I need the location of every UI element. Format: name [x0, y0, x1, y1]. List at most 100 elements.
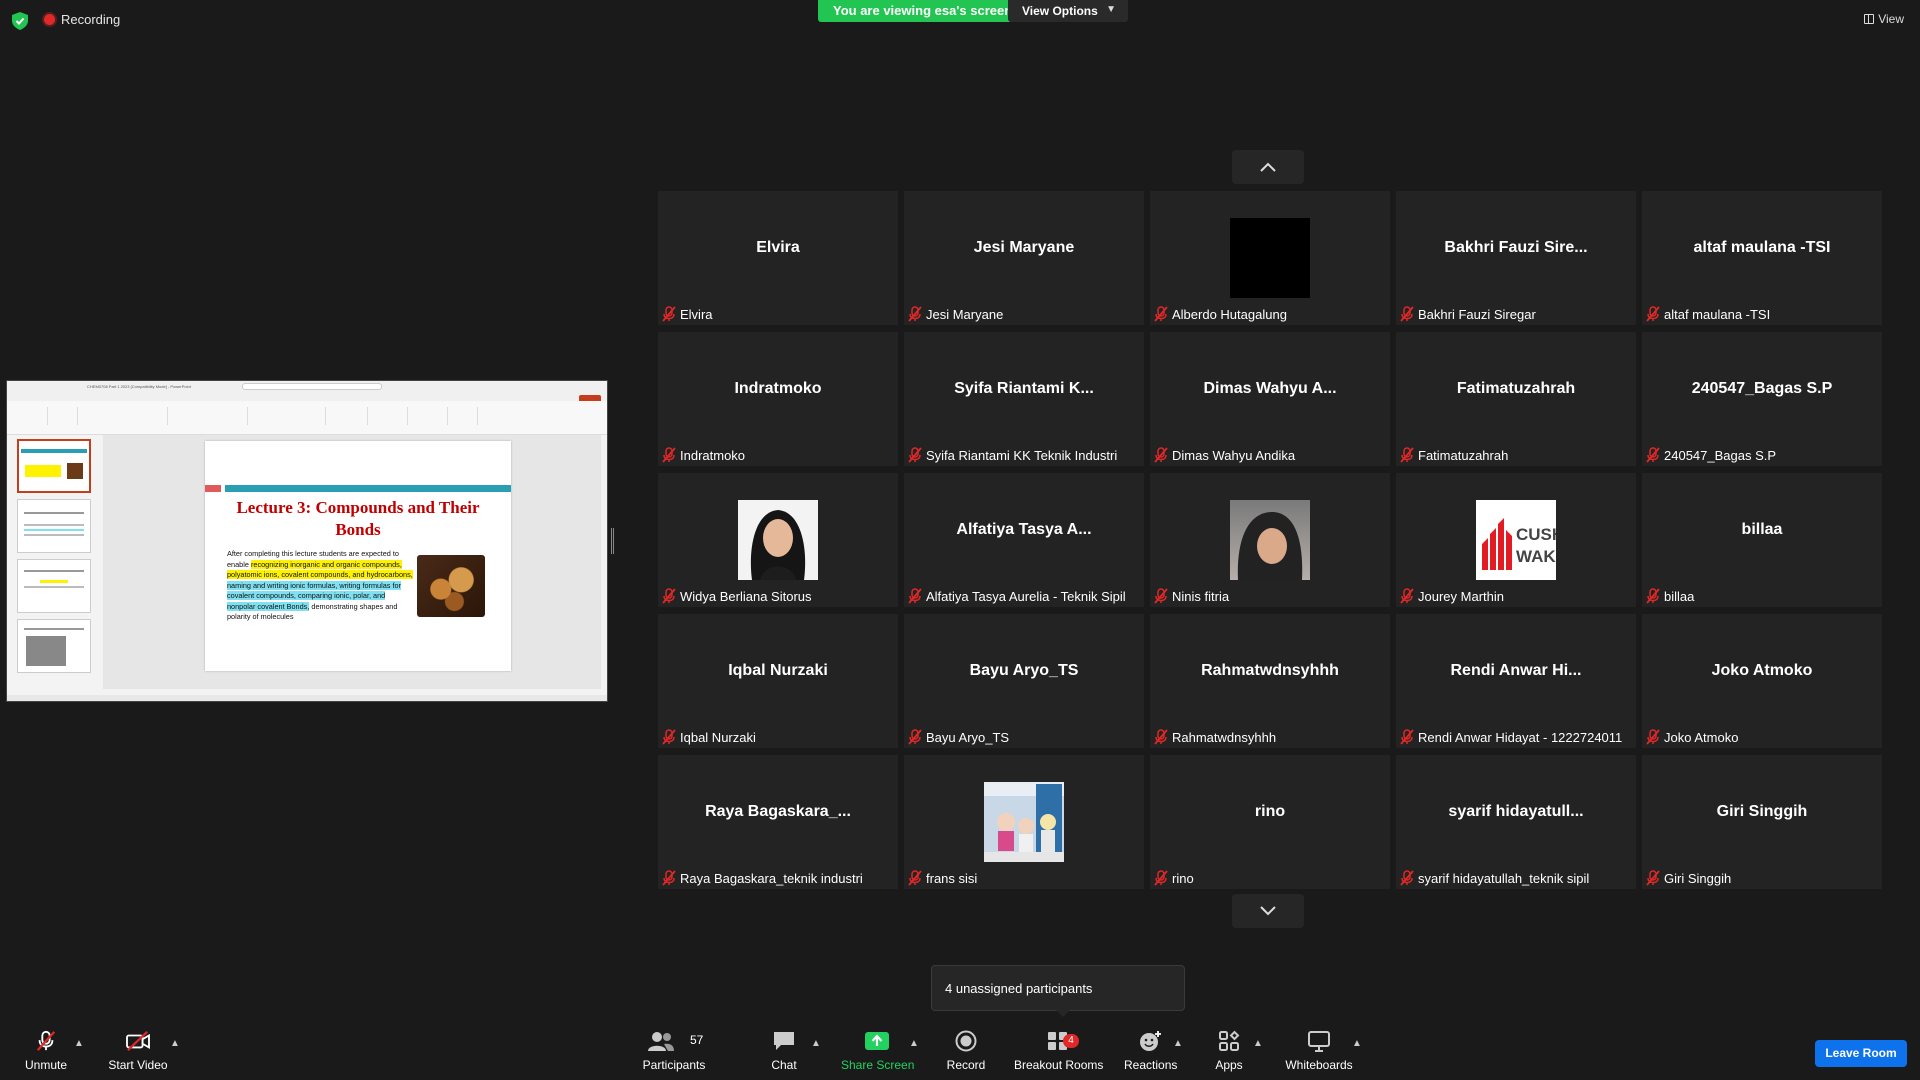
participant-display-name: Alfatiya Tasya A... — [956, 521, 1092, 538]
whiteboards-icon — [1308, 1031, 1330, 1052]
participant-tile[interactable]: Indratmoko Indratmoko — [658, 332, 898, 466]
microphone-muted-icon — [908, 729, 922, 745]
participant-name: Rahmatwdnsyhhh — [1172, 729, 1277, 745]
participant-display-name: Raya Bagaskara_... — [705, 803, 851, 820]
shared-screen[interactable]: CHEM0708 Part 1 2023 [Compatibility Mode… — [6, 380, 608, 702]
view-button[interactable]: View — [1864, 12, 1904, 26]
participant-display-name: Iqbal Nurzaki — [728, 662, 828, 679]
participant-name: Widya Berliana Sitorus — [680, 588, 812, 604]
microphone-muted-icon — [1646, 870, 1660, 886]
video-options-caret[interactable]: ▲ — [170, 1038, 180, 1049]
slide-accent-teal — [225, 485, 511, 492]
participant-tile[interactable]: Raya Bagaskara_... Raya Bagaskara_teknik … — [658, 755, 898, 889]
view-options-button[interactable]: View Options ▼ — [1008, 0, 1128, 22]
audio-options-caret[interactable]: ▲ — [74, 1038, 84, 1049]
participant-tile[interactable]: Rendi Anwar Hi... Rendi Anwar Hidayat - 1… — [1396, 614, 1636, 748]
participant-tile[interactable]: Giri Singgih Giri Singgih — [1642, 755, 1882, 889]
participant-name: Ninis fitria — [1172, 588, 1230, 604]
reactions-label: Reactions — [1124, 1058, 1178, 1072]
participant-tile[interactable]: Syifa Riantami K... Syifa Riantami KK Tek… — [904, 332, 1144, 466]
ppt-ribbon-tabs — [7, 393, 607, 401]
participant-tile[interactable]: billaa billaa — [1642, 473, 1882, 607]
ppt-ribbon — [7, 401, 607, 435]
record-button[interactable]: Record — [946, 1030, 986, 1072]
participant-tile[interactable]: Elvira Elvira — [658, 191, 898, 325]
unmute-button[interactable]: Unmute — [22, 1030, 70, 1072]
participant-name-label: Raya Bagaskara_teknik industri — [662, 870, 863, 886]
participant-video — [1230, 218, 1310, 298]
participant-name: Iqbal Nurzaki — [680, 729, 756, 745]
participant-tile[interactable]: Widya Berliana Sitorus — [658, 473, 898, 607]
participant-tile[interactable]: Iqbal Nurzaki Iqbal Nurzaki — [658, 614, 898, 748]
participant-tile[interactable]: Fatimatuzahrah Fatimatuzahrah — [1396, 332, 1636, 466]
share-options-caret[interactable]: ▲ — [909, 1038, 919, 1049]
ppt-thumbnail — [17, 499, 91, 553]
participant-tile[interactable]: Ninis fitria — [1150, 473, 1390, 607]
participant-logo: CUSH WAKE — [1476, 500, 1556, 580]
ppt-search-box — [242, 383, 382, 390]
participant-tile[interactable]: Jesi Maryane Jesi Maryane — [904, 191, 1144, 325]
whiteboards-options-caret[interactable]: ▲ — [1352, 1038, 1362, 1049]
microphone-muted-icon — [1154, 588, 1168, 604]
participant-tile[interactable]: syarif hidayatull... syarif hidayatullah_… — [1396, 755, 1636, 889]
split-view-handle[interactable] — [611, 528, 614, 554]
participant-name: Fatimatuzahrah — [1418, 447, 1509, 463]
participant-tile[interactable]: CUSH WAKE Jourey Marthin — [1396, 473, 1636, 607]
breakout-rooms-button[interactable]: Breakout Rooms — [1014, 1030, 1103, 1072]
participant-name-label: Rendi Anwar Hidayat - 1222724011 — [1400, 729, 1622, 745]
participant-tile[interactable]: frans sisi — [904, 755, 1144, 889]
participant-display-name: Joko Atmoko — [1711, 662, 1813, 679]
participant-tile[interactable]: Dimas Wahyu A... Dimas Wahyu Andika — [1150, 332, 1390, 466]
participant-tile[interactable]: rino rino — [1150, 755, 1390, 889]
participant-display-name: Elvira — [756, 239, 800, 256]
microphone-muted-icon — [1646, 588, 1660, 604]
gallery-next-page-button[interactable] — [1232, 894, 1304, 928]
chat-button[interactable]: Chat — [768, 1030, 800, 1072]
participant-name: Indratmoko — [680, 447, 746, 463]
chat-label: Chat — [771, 1058, 797, 1072]
microphone-muted-icon — [908, 588, 922, 604]
microphone-muted-icon — [1646, 306, 1660, 322]
participant-display-name: Dimas Wahyu A... — [1203, 380, 1337, 397]
recording-indicator[interactable]: Recording — [44, 12, 120, 27]
participant-tile[interactable]: Alberdo Hutagalung — [1150, 191, 1390, 325]
ppt-thumbnail-pane: ​ — [7, 435, 95, 691]
apps-options-caret[interactable]: ▲ — [1253, 1038, 1263, 1049]
leave-room-button[interactable]: Leave Room — [1815, 1040, 1907, 1067]
participant-name: frans sisi — [926, 870, 978, 886]
microphone-muted-icon — [1400, 447, 1414, 463]
microphone-muted-icon — [36, 1030, 56, 1051]
participant-name-label: Alfatiya Tasya Aurelia - Teknik Sipil — [908, 588, 1126, 604]
participant-tile[interactable]: 240547_Bagas S.P 240547_Bagas S.P — [1642, 332, 1882, 466]
whiteboards-button[interactable]: Whiteboards — [1283, 1030, 1355, 1072]
slide: Lecture 3: Compounds and Their Bonds Aft… — [205, 441, 511, 671]
reactions-options-caret[interactable]: ▲ — [1173, 1038, 1183, 1049]
participant-name-label: Rahmatwdnsyhhh — [1154, 729, 1276, 745]
participant-name-label: Giri Singgih — [1646, 870, 1731, 886]
start-video-button[interactable]: Start Video — [106, 1030, 170, 1072]
reactions-button[interactable]: Reactions — [1124, 1030, 1178, 1072]
ppt-thumbnail — [17, 619, 91, 673]
participant-tile[interactable]: Bakhri Fauzi Sire... Bakhri Fauzi Siregar — [1396, 191, 1636, 325]
slide-title: Lecture 3: Compounds and Their Bonds — [236, 498, 480, 539]
participants-label: Participants — [642, 1058, 706, 1072]
microphone-muted-icon — [908, 870, 922, 886]
participant-name: Alfatiya Tasya Aurelia - Teknik Sipil — [926, 588, 1126, 604]
ppt-title-bar: CHEM0708 Part 1 2023 [Compatibility Mode… — [7, 381, 607, 393]
participant-tile[interactable]: Rahmatwdnsyhhh Rahmatwdnsyhhh — [1150, 614, 1390, 748]
participant-name: Raya Bagaskara_teknik industri — [680, 870, 863, 886]
participant-tile[interactable]: Joko Atmoko Joko Atmoko — [1642, 614, 1882, 748]
participant-tile[interactable]: Alfatiya Tasya A... Alfatiya Tasya Aureli… — [904, 473, 1144, 607]
gallery-prev-page-button[interactable] — [1232, 150, 1304, 184]
view-options-label: View Options — [1022, 4, 1098, 18]
participant-display-name: 240547_Bagas S.P — [1691, 380, 1833, 397]
microphone-muted-icon — [662, 729, 676, 745]
participant-tile[interactable]: altaf maulana -TSI altaf maulana -TSI — [1642, 191, 1882, 325]
chat-options-caret[interactable]: ▲ — [811, 1038, 821, 1049]
participant-name-label: Ninis fitria — [1154, 588, 1229, 604]
share-screen-button[interactable]: Share Screen — [841, 1030, 914, 1072]
encryption-shield-icon[interactable] — [12, 12, 28, 30]
participant-name: Giri Singgih — [1664, 870, 1732, 886]
participant-tile[interactable]: Bayu Aryo_TS Bayu Aryo_TS — [904, 614, 1144, 748]
apps-button[interactable]: Apps — [1213, 1030, 1245, 1072]
